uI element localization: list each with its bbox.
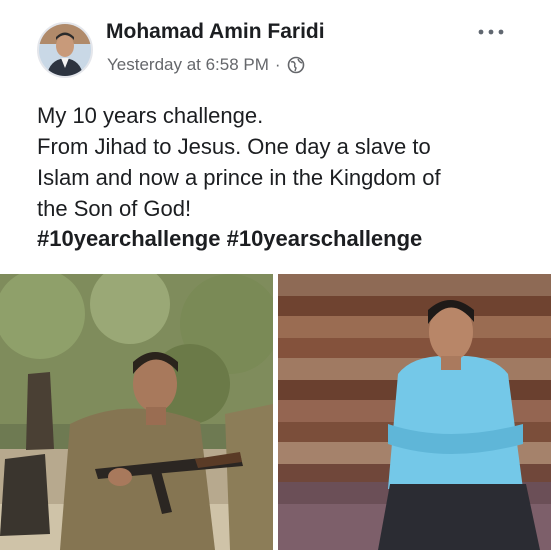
then-photo[interactable] [0, 274, 273, 550]
author-name[interactable]: Mohamad Amin Faridi [106, 20, 325, 44]
meta-separator: · [274, 55, 281, 74]
globe-icon[interactable] [287, 56, 305, 74]
more-options-icon[interactable] [471, 22, 511, 42]
hashtag-10yearchallenge[interactable]: #10yearchallenge [37, 226, 220, 251]
post-meta: Yesterday at 6:58 PM · [107, 55, 305, 75]
now-photo[interactable] [278, 274, 551, 550]
hashtags: #10yearchallenge #10yearschallenge [37, 226, 422, 252]
post-text-line: From Jihad to Jesus. One day a slave to [37, 134, 431, 159]
post-text-line: My 10 years challenge. [37, 103, 264, 128]
post-text-line: Islam and now a prince in the Kingdom of [37, 165, 441, 190]
post-timestamp[interactable]: Yesterday at 6:58 PM [107, 55, 269, 75]
hashtag-10yearschallenge[interactable]: #10yearschallenge [227, 226, 423, 251]
post-header: Mohamad Amin Faridi Yesterday at 6:58 PM… [0, 0, 551, 92]
post-text-line: the Son of God! [37, 196, 192, 221]
author-avatar[interactable] [37, 22, 93, 78]
photo-grid [0, 274, 551, 550]
post-text: My 10 years challenge. From Jihad to Jes… [37, 100, 527, 224]
